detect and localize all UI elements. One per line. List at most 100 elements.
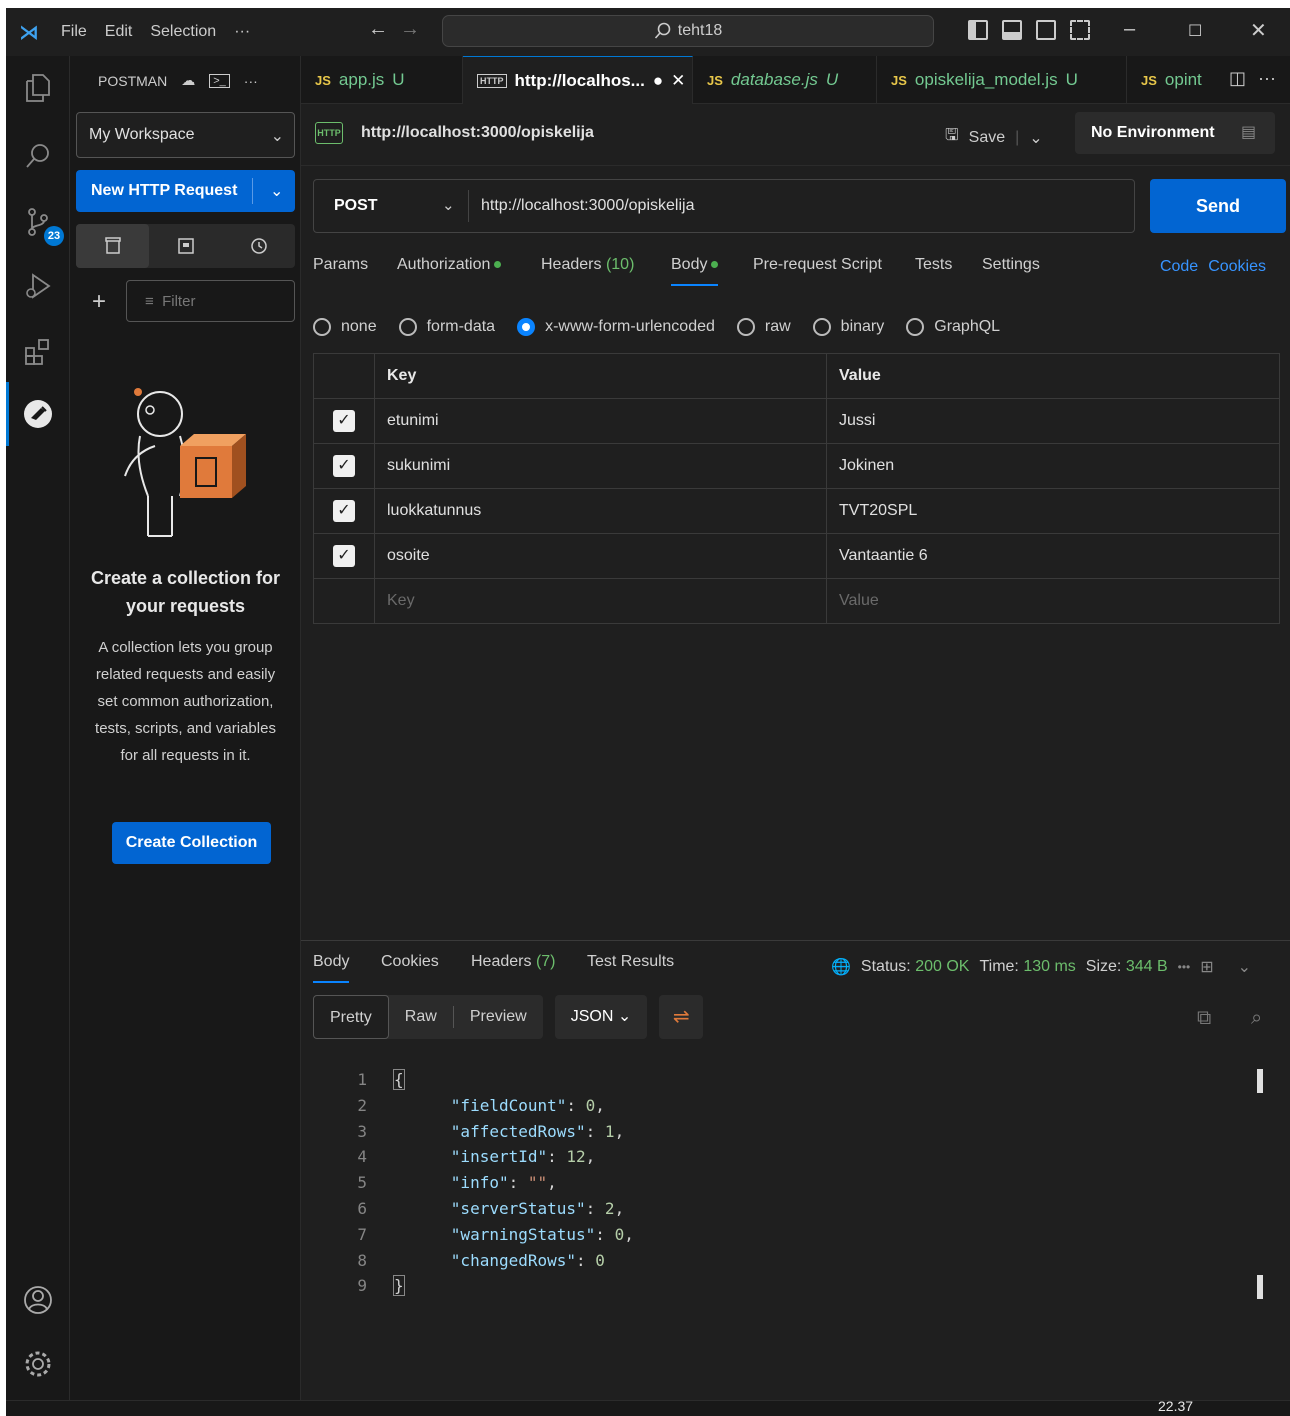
maximize-icon[interactable]: ☐ [1188, 21, 1202, 41]
key-cell[interactable]: osoite [374, 533, 827, 579]
chevron-down-icon[interactable]: ⌄ [1029, 128, 1042, 148]
tab-opint[interactable]: JS opint [1127, 56, 1217, 104]
postman-icon[interactable] [20, 396, 56, 432]
view-raw[interactable]: Raw [389, 995, 453, 1039]
tab-database-js[interactable]: JS database.js U [693, 56, 877, 104]
toggle-primary-sidebar-icon[interactable] [968, 20, 988, 40]
toggle-panel-icon[interactable] [1002, 20, 1022, 40]
unsaved-dot-icon: ● [652, 70, 664, 90]
save-button[interactable]: Save [969, 129, 1005, 147]
minimize-icon[interactable]: – [1124, 18, 1135, 41]
tab-settings[interactable]: Settings [982, 256, 1040, 274]
save-response-icon[interactable]: ⊞ [1200, 957, 1213, 977]
more-actions-icon[interactable]: ··· [1258, 68, 1276, 89]
collapse-chevron-icon[interactable]: ⌄ [1238, 957, 1251, 977]
radio-form-data[interactable]: form-data [398, 318, 495, 336]
chevron-down-icon[interactable]: ⌄ [442, 196, 455, 214]
tab-params[interactable]: Params [313, 256, 368, 274]
save-icon[interactable]: 🖫 [945, 124, 959, 151]
response-tab-body[interactable]: Body [313, 953, 350, 983]
key-cell[interactable]: luokkatunnus [374, 488, 827, 534]
history-tab-icon[interactable] [222, 224, 295, 268]
close-tab-icon[interactable]: ✕ [671, 71, 685, 91]
tab-app-js[interactable]: JS app.js U [301, 56, 463, 104]
row-checkbox[interactable]: ✓ [333, 545, 355, 567]
method-select[interactable]: POST [334, 197, 378, 215]
value-cell[interactable]: TVT20SPL [826, 488, 1280, 534]
cookies-link[interactable]: Cookies [1208, 258, 1266, 276]
customize-layout-icon[interactable] [1070, 20, 1090, 40]
scrollbar-bottom-marker[interactable] [1257, 1275, 1263, 1299]
code-link[interactable]: Code [1160, 258, 1198, 276]
value-input[interactable]: Value [826, 578, 1280, 624]
radio-raw[interactable]: raw [736, 318, 791, 336]
value-cell[interactable]: Jokinen [826, 443, 1280, 489]
key-cell[interactable]: etunimi [374, 398, 827, 444]
search-icon[interactable] [20, 138, 56, 174]
menu-selection[interactable]: Selection [141, 23, 225, 41]
filter-icon: ≡ [145, 293, 154, 310]
view-preview[interactable]: Preview [452, 1006, 543, 1028]
add-collection-icon[interactable]: + [92, 288, 106, 316]
forward-arrow-icon[interactable]: → [400, 18, 432, 40]
radio-circle [398, 318, 417, 336]
radio-none[interactable]: none [313, 318, 377, 336]
radio-graphql[interactable]: GraphQL [906, 318, 1000, 336]
search-icon[interactable]: ⌕ [1251, 1007, 1262, 1030]
split-editor-icon[interactable]: ◫ [1229, 68, 1246, 89]
scrollbar-top-marker[interactable] [1257, 1069, 1263, 1093]
collections-tab-icon[interactable] [76, 224, 149, 268]
filter-input[interactable]: ≡ Filter [126, 280, 295, 322]
more-actions-icon[interactable]: ··· [244, 73, 258, 89]
response-tab-cookies[interactable]: Cookies [381, 953, 439, 971]
chevron-down-icon[interactable]: ⌄ [270, 181, 283, 201]
radio-binary[interactable]: binary [812, 318, 884, 336]
radio-x-www-form-urlencoded[interactable]: x-www-form-urlencoded [517, 318, 715, 336]
value-cell[interactable]: Vantaantie 6 [826, 533, 1280, 579]
new-http-request-button[interactable]: New HTTP Request ⌄ [76, 170, 295, 212]
menu-more[interactable]: ··· [225, 23, 259, 41]
cloud-sync-icon[interactable]: ☁ [181, 72, 195, 89]
row-checkbox[interactable]: ✓ [333, 410, 355, 432]
create-collection-button[interactable]: Create Collection [112, 822, 271, 864]
row-checkbox[interactable]: ✓ [333, 455, 355, 477]
run-debug-icon[interactable] [20, 268, 56, 304]
view-pretty[interactable]: Pretty [313, 995, 389, 1039]
time-label: Time: [979, 958, 1019, 975]
workspace-select[interactable]: My Workspace ⌄ [76, 112, 295, 158]
tab-http-request[interactable]: HTTP http://localhos... ● ✕ [463, 56, 693, 104]
editor-tab-bar: JS app.js U HTTP http://localhos... ● ✕ … [301, 56, 1290, 104]
url-input[interactable]: http://localhost:3000/opiskelija [481, 197, 694, 215]
settings-gear-icon[interactable] [20, 1346, 56, 1382]
response-tab-headers[interactable]: Headers (7) [471, 953, 556, 971]
copy-icon[interactable]: ⧉ [1197, 1007, 1211, 1030]
explorer-icon[interactable] [20, 70, 56, 106]
close-window-icon[interactable]: ✕ [1250, 18, 1267, 43]
tab-tests[interactable]: Tests [915, 256, 952, 274]
key-input[interactable]: Key [374, 578, 827, 624]
back-arrow-icon[interactable]: ← [368, 18, 400, 40]
tab-authorization[interactable]: Authorization [397, 256, 502, 274]
extensions-icon[interactable] [20, 334, 56, 370]
environments-tab-icon[interactable] [149, 224, 222, 268]
command-center[interactable]: teht18 [442, 15, 934, 47]
value-cell[interactable]: Jussi [826, 398, 1280, 444]
environment-quick-look-icon[interactable]: ▤ [1241, 122, 1256, 142]
key-cell[interactable]: sukunimi [374, 443, 827, 489]
accounts-icon[interactable] [20, 1282, 56, 1318]
wrap-lines-icon[interactable]: ⇌ [659, 995, 704, 1039]
terminal-icon[interactable]: >_ [209, 73, 230, 88]
tab-headers[interactable]: Headers (10) [541, 256, 634, 274]
format-select[interactable]: JSON ⌄ [554, 995, 648, 1039]
send-button[interactable]: Send [1150, 179, 1286, 233]
tab-opiskelija-model-js[interactable]: JS opiskelija_model.js U [877, 56, 1127, 104]
menu-file[interactable]: File [52, 23, 96, 41]
more-icon[interactable]: ••• [1178, 960, 1191, 974]
row-checkbox[interactable]: ✓ [333, 500, 355, 522]
tab-prerequest-script[interactable]: Pre-request Script [753, 256, 882, 274]
toggle-secondary-sidebar-icon[interactable] [1036, 20, 1056, 40]
menu-edit[interactable]: Edit [96, 23, 142, 41]
environment-select[interactable]: No Environment ▤ [1075, 112, 1275, 154]
response-tab-test-results[interactable]: Test Results [587, 953, 674, 971]
tab-body[interactable]: Body [671, 256, 719, 286]
